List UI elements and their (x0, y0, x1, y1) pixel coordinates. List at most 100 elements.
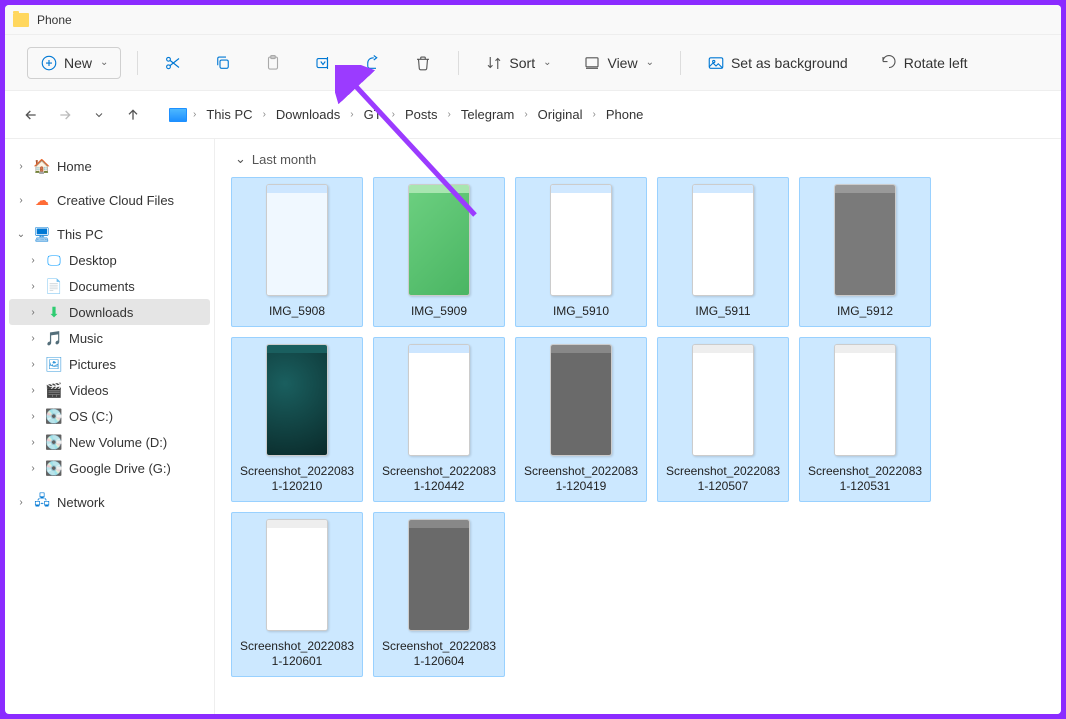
sidebar-item-osc[interactable]: › 💽 OS (C:) (9, 403, 210, 429)
sidebar-item-videos[interactable]: › 🎬 Videos (9, 377, 210, 403)
group-label: Last month (252, 152, 316, 167)
breadcrumb-item[interactable]: Posts (401, 105, 442, 124)
sidebar-item-pictures[interactable]: › 🖼 Pictures (9, 351, 210, 377)
nav-row: › This PC › Downloads › GT › Posts › Tel… (5, 91, 1061, 139)
nav-forward[interactable] (55, 105, 75, 125)
background-label: Set as background (731, 55, 848, 71)
download-icon: ⬇ (45, 304, 63, 320)
chevron-right-icon: › (392, 109, 395, 120)
plus-circle-icon (40, 54, 58, 72)
breadcrumb-item[interactable]: Downloads (272, 105, 344, 124)
copy-icon (214, 54, 232, 72)
pc-icon: 🖥 (33, 226, 51, 242)
chevron-right-icon: › (350, 109, 353, 120)
desktop-icon: 🖵 (45, 252, 63, 268)
new-label: New (64, 55, 92, 71)
chevron-down-icon: ⌄ (646, 57, 654, 68)
file-item[interactable]: Screenshot_20220831-120604 (373, 512, 505, 677)
file-thumbnail (692, 344, 754, 456)
chevron-right-icon: › (15, 161, 27, 172)
sidebar-item-gdrive[interactable]: › 💽 Google Drive (G:) (9, 455, 210, 481)
breadcrumb-item[interactable]: This PC (202, 105, 256, 124)
rename-button[interactable] (304, 48, 342, 78)
rename-icon (314, 54, 332, 72)
cut-button[interactable] (154, 48, 192, 78)
chevron-right-icon: › (27, 437, 39, 448)
sidebar-item-label: This PC (57, 227, 103, 242)
view-button[interactable]: View ⌄ (573, 48, 663, 78)
videos-icon: 🎬 (45, 382, 63, 398)
sidebar-item-label: New Volume (D:) (69, 435, 167, 450)
sidebar-item-desktop[interactable]: › 🖵 Desktop (9, 247, 210, 273)
nav-back[interactable] (21, 105, 41, 125)
file-thumbnail (408, 344, 470, 456)
chevron-down-icon: ⌄ (15, 229, 27, 240)
delete-button[interactable] (404, 48, 442, 78)
file-item[interactable]: Screenshot_20220831-120531 (799, 337, 931, 502)
sort-button[interactable]: Sort ⌄ (475, 48, 561, 78)
sidebar: › 🏠 Home › ☁ Creative Cloud Files ⌄ 🖥 Th… (5, 139, 215, 714)
file-item[interactable]: Screenshot_20220831-120507 (657, 337, 789, 502)
document-icon: 📄 (45, 278, 63, 294)
rotate-label: Rotate left (904, 55, 968, 71)
file-item[interactable]: IMG_5911 (657, 177, 789, 327)
file-thumbnail (834, 344, 896, 456)
file-item[interactable]: IMG_5909 (373, 177, 505, 327)
file-thumbnail (408, 519, 470, 631)
sidebar-item-label: Music (69, 331, 103, 346)
rotate-left-button[interactable]: Rotate left (870, 48, 978, 78)
sidebar-item-creative-cloud[interactable]: › ☁ Creative Cloud Files (9, 187, 210, 213)
picture-icon (707, 54, 725, 72)
file-label: IMG_5912 (837, 304, 893, 320)
breadcrumb: › This PC › Downloads › GT › Posts › Tel… (169, 105, 647, 124)
trash-icon (414, 54, 432, 72)
set-background-button[interactable]: Set as background (697, 48, 858, 78)
file-label: Screenshot_20220831-120507 (664, 464, 782, 495)
sidebar-item-newvolume[interactable]: › 💽 New Volume (D:) (9, 429, 210, 455)
breadcrumb-item[interactable]: GT (360, 105, 386, 124)
chevron-right-icon: › (27, 307, 39, 318)
file-label: IMG_5911 (695, 304, 750, 320)
sidebar-item-network[interactable]: › 🖧 Network (9, 489, 210, 515)
new-button[interactable]: New ⌄ (27, 47, 121, 79)
breadcrumb-item[interactable]: Telegram (457, 105, 518, 124)
file-thumbnail (550, 184, 612, 296)
sidebar-item-label: Pictures (69, 357, 116, 372)
file-item[interactable]: Screenshot_20220831-120419 (515, 337, 647, 502)
chevron-right-icon: › (193, 109, 196, 120)
drive-icon: 💽 (45, 460, 63, 476)
sidebar-item-music[interactable]: › 🎵 Music (9, 325, 210, 351)
file-item[interactable]: Screenshot_20220831-120601 (231, 512, 363, 677)
sidebar-item-home[interactable]: › 🏠 Home (9, 153, 210, 179)
file-item[interactable]: IMG_5912 (799, 177, 931, 327)
sidebar-item-thispc[interactable]: ⌄ 🖥 This PC (9, 221, 210, 247)
file-item[interactable]: Screenshot_20220831-120210 (231, 337, 363, 502)
breadcrumb-item[interactable]: Original (534, 105, 587, 124)
sidebar-item-label: Creative Cloud Files (57, 193, 174, 208)
file-item[interactable]: Screenshot_20220831-120442 (373, 337, 505, 502)
copy-button[interactable] (204, 48, 242, 78)
file-grid: IMG_5908 IMG_5909 IMG_5910 IMG_5911 IMG_5912… (231, 177, 1045, 677)
sidebar-item-documents[interactable]: › 📄 Documents (9, 273, 210, 299)
share-button[interactable] (354, 48, 392, 78)
sidebar-item-downloads[interactable]: › ⬇ Downloads (9, 299, 210, 325)
file-item[interactable]: IMG_5910 (515, 177, 647, 327)
file-thumbnail (550, 344, 612, 456)
file-thumbnail (266, 344, 328, 456)
breadcrumb-item[interactable]: Phone (602, 105, 648, 124)
toolbar: New ⌄ (5, 35, 1061, 91)
file-label: IMG_5909 (411, 304, 467, 320)
paste-button[interactable] (254, 48, 292, 78)
file-item[interactable]: IMG_5908 (231, 177, 363, 327)
chevron-right-icon: › (263, 109, 266, 120)
chevron-right-icon: › (27, 463, 39, 474)
divider (458, 51, 459, 75)
group-header[interactable]: ⌄ Last month (235, 151, 1045, 167)
chevron-right-icon: › (27, 333, 39, 344)
nav-up[interactable] (123, 105, 143, 125)
sidebar-item-label: OS (C:) (69, 409, 113, 424)
nav-recent[interactable] (89, 105, 109, 125)
pictures-icon: 🖼 (45, 356, 63, 372)
view-icon (583, 54, 601, 72)
file-label: Screenshot_20220831-120210 (238, 464, 356, 495)
